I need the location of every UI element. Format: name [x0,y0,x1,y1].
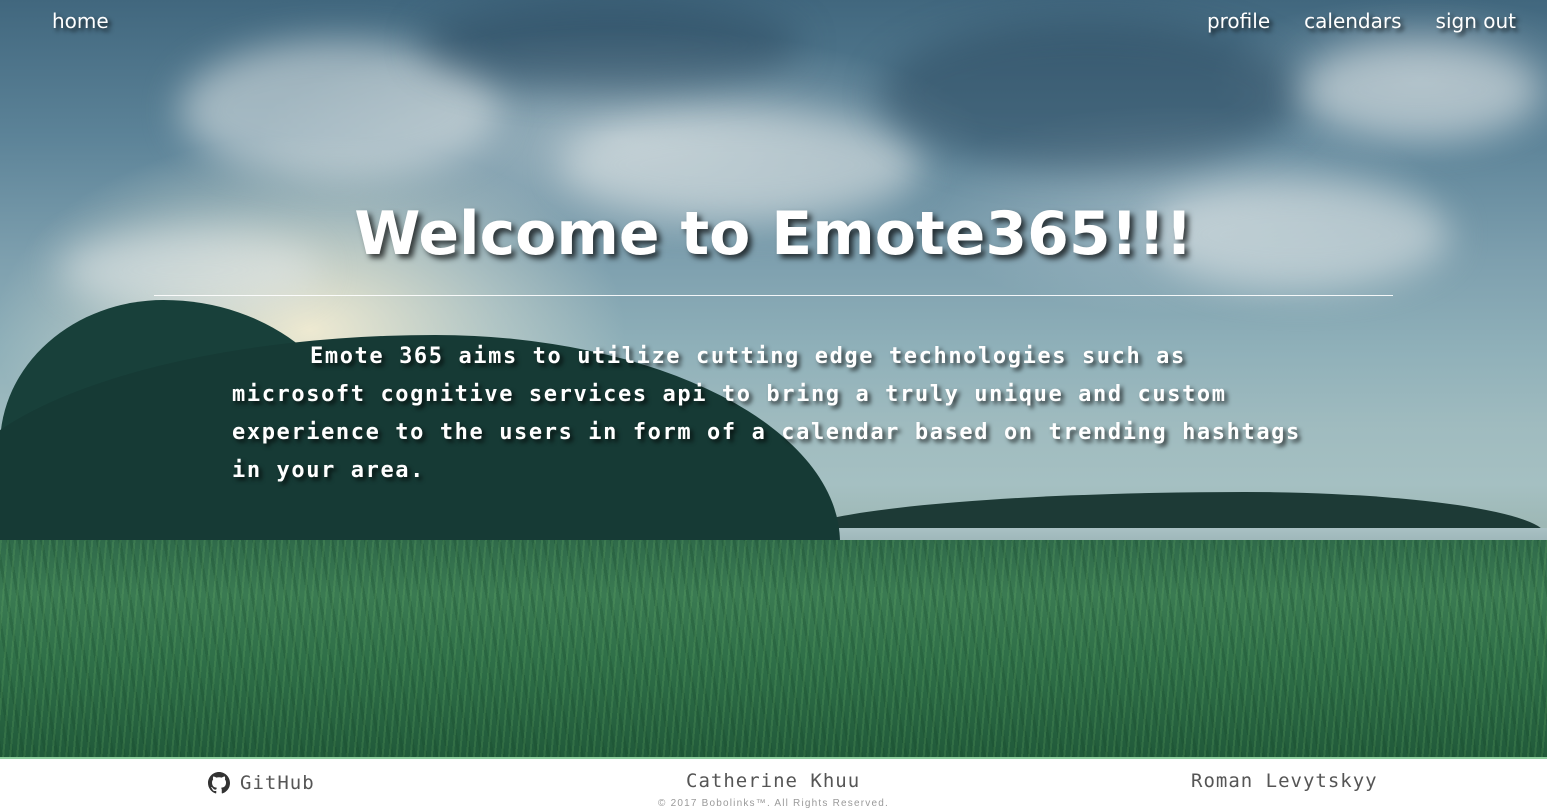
cloud [1300,40,1540,140]
nav-calendars-link[interactable]: calendars [1304,8,1401,34]
footer: GitHub Catherine Khuu Roman Levytskyy © … [0,757,1547,808]
github-label: GitHub [240,772,315,794]
nav-profile-link[interactable]: profile [1207,8,1270,34]
page-title: Welcome to Emote365!!! [354,199,1193,269]
nav-home-link[interactable]: home [52,8,109,34]
github-icon [208,772,230,794]
cloud [880,20,1300,170]
title-divider [154,295,1393,296]
top-nav: profile calendars sign out [1207,8,1516,34]
cloud [420,0,800,90]
author-link-roman[interactable]: Roman Levytskyy [1191,770,1378,792]
nav-sign-out-link[interactable]: sign out [1436,8,1516,34]
author-link-catherine[interactable]: Catherine Khuu [686,770,860,792]
grass-field [0,540,1547,757]
copyright-text: © 2017 Bobolinks™. All Rights Reserved. [658,798,889,808]
intro-paragraph: Emote 365 aims to utilize cutting edge t… [232,344,1301,483]
github-link[interactable]: GitHub [208,772,315,794]
